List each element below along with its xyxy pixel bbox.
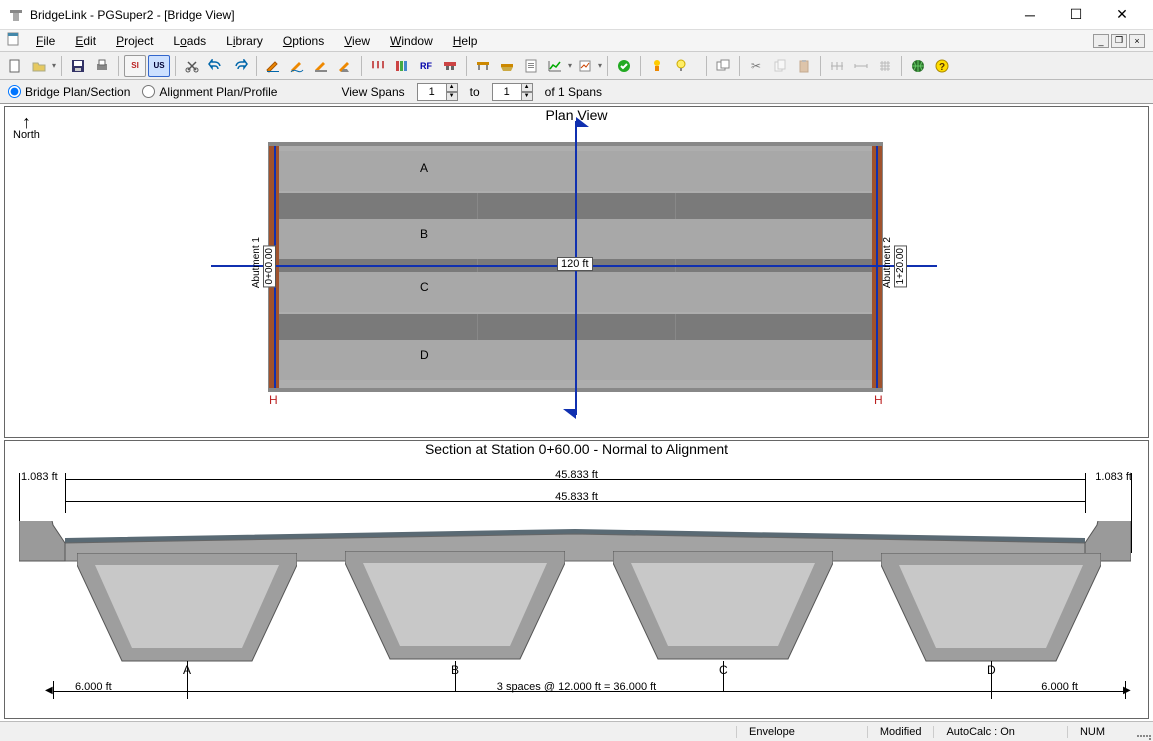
spacing-button[interactable] xyxy=(826,55,848,77)
section-view-pane[interactable]: Section at Station 0+60.00 - Normal to A… xyxy=(4,440,1149,719)
minimize-button[interactable]: ─ xyxy=(1007,0,1053,30)
new-button[interactable] xyxy=(4,55,26,77)
abutment-1-label: Abutment 1 xyxy=(251,237,262,288)
plan-girder-label-b: B xyxy=(420,227,428,241)
top-width-dim: 45.833 ft xyxy=(5,469,1148,481)
h-mark-left: H xyxy=(269,393,278,407)
mdi-restore-button[interactable]: ❐ xyxy=(1111,34,1127,48)
workspace: Plan View ↑ North A B C D xyxy=(0,104,1153,721)
menu-loads[interactable]: Loads xyxy=(163,32,216,50)
cut-clipboard-button[interactable]: ✂ xyxy=(745,55,767,77)
bottom-width-dim: 45.833 ft xyxy=(5,491,1148,503)
plan-girder-label-d: D xyxy=(420,348,429,362)
span-from-stepper[interactable]: ▲▼ xyxy=(446,83,458,101)
doc-icon xyxy=(6,31,22,50)
span-to-input[interactable] xyxy=(492,83,522,101)
cut-button[interactable] xyxy=(181,55,203,77)
event-button[interactable] xyxy=(646,55,668,77)
web-button[interactable] xyxy=(907,55,929,77)
edit-girder-button[interactable] xyxy=(310,55,332,77)
dims-button[interactable] xyxy=(850,55,872,77)
library-button[interactable] xyxy=(391,55,413,77)
help-button[interactable]: ? xyxy=(931,55,953,77)
save-button[interactable] xyxy=(67,55,89,77)
section-girder-d xyxy=(881,553,1101,673)
section-girder-label-b: B xyxy=(451,663,459,677)
grid-button[interactable] xyxy=(874,55,896,77)
plan-girder-label-c: C xyxy=(420,280,429,294)
maximize-button[interactable]: ☐ xyxy=(1053,0,1099,30)
app-icon xyxy=(8,7,24,23)
loads-button[interactable] xyxy=(367,55,389,77)
section-girder-a xyxy=(77,553,297,673)
resize-grip[interactable] xyxy=(1137,726,1151,740)
section-girder-c xyxy=(613,551,833,671)
edit-bridge-button[interactable] xyxy=(262,55,284,77)
menu-project[interactable]: Project xyxy=(106,32,163,50)
section-view-title: Section at Station 0+60.00 - Normal to A… xyxy=(5,441,1148,457)
section-girder-label-a: A xyxy=(183,663,191,677)
radio-plan-section[interactable]: Bridge Plan/Section xyxy=(8,85,130,99)
hint-button[interactable] xyxy=(670,55,692,77)
abutment-2-label: Abutment 2 xyxy=(882,237,893,288)
edit-section-button[interactable] xyxy=(334,55,356,77)
rf-button[interactable]: RF xyxy=(415,55,437,77)
radio-alignment-profile[interactable]: Alignment Plan/Profile xyxy=(142,85,277,99)
section-girder-label-c: C xyxy=(719,663,728,677)
menu-bar: File Edit Project Loads Library Options … xyxy=(0,30,1153,52)
abutment-2-station: 1+20.00 xyxy=(894,245,907,287)
mdi-close-button[interactable]: × xyxy=(1129,34,1145,48)
open-button[interactable] xyxy=(28,55,50,77)
status-ok-button[interactable] xyxy=(613,55,635,77)
print-button[interactable] xyxy=(91,55,113,77)
span-count-label: of 1 Spans xyxy=(545,85,602,99)
mdi-minimize-button[interactable]: _ xyxy=(1093,34,1109,48)
undo-button[interactable] xyxy=(205,55,227,77)
section-girder-label-d: D xyxy=(987,663,996,677)
report-view-button[interactable] xyxy=(520,55,542,77)
status-envelope: Envelope xyxy=(736,726,807,738)
menu-options[interactable]: Options xyxy=(273,32,334,50)
status-modified: Modified xyxy=(867,726,934,738)
menu-help[interactable]: Help xyxy=(443,32,488,50)
menu-view[interactable]: View xyxy=(334,32,380,50)
paste-clipboard-button[interactable] xyxy=(793,55,815,77)
right-offset-dim: 6.000 ft xyxy=(1041,681,1078,693)
h-mark-right: H xyxy=(874,393,883,407)
window-title: BridgeLink - PGSuper2 - [Bridge View] xyxy=(30,8,1007,22)
menu-window[interactable]: Window xyxy=(380,32,443,50)
status-num: NUM xyxy=(1067,726,1117,738)
graph-view-button[interactable] xyxy=(544,55,566,77)
girder-view-button[interactable] xyxy=(496,55,518,77)
north-arrow: ↑ North xyxy=(13,115,40,141)
abutment-1-station: 0+00.00 xyxy=(263,245,276,287)
span-from-input[interactable] xyxy=(417,83,447,101)
view-options-bar: Bridge Plan/Section Alignment Plan/Profi… xyxy=(0,80,1153,104)
status-bar: Envelope Modified AutoCalc : On NUM xyxy=(0,721,1153,741)
close-button[interactable]: ✕ xyxy=(1099,0,1145,30)
status-autocalc: AutoCalc : On xyxy=(933,726,1026,738)
menu-file[interactable]: File xyxy=(26,32,65,50)
spacing-dim: 3 spaces @ 12.000 ft = 36.000 ft xyxy=(5,681,1148,693)
menu-edit[interactable]: Edit xyxy=(65,32,106,50)
view-spans-label: View Spans xyxy=(341,85,404,99)
si-units-button[interactable]: SI xyxy=(124,55,146,77)
analysis-results-button[interactable] xyxy=(574,55,596,77)
edit-alignment-button[interactable] xyxy=(286,55,308,77)
title-bar: BridgeLink - PGSuper2 - [Bridge View] ─ … xyxy=(0,0,1153,30)
plan-view-pane[interactable]: Plan View ↑ North A B C D xyxy=(4,106,1149,438)
svg-text:?: ? xyxy=(939,62,945,73)
hauling-button[interactable] xyxy=(439,55,461,77)
menu-library[interactable]: Library xyxy=(216,32,273,50)
redo-button[interactable] xyxy=(229,55,251,77)
section-girder-b xyxy=(345,551,565,671)
span-to-stepper[interactable]: ▲▼ xyxy=(521,83,533,101)
toolbar: ▾ SI US RF ▾ ▾ ✂ ? xyxy=(0,52,1153,80)
plan-girder-label-a: A xyxy=(420,161,428,175)
plan-length-label: 120 ft xyxy=(557,257,593,271)
copy-clipboard-button[interactable] xyxy=(769,55,791,77)
copy-section-button[interactable] xyxy=(712,55,734,77)
bridge-view-button[interactable] xyxy=(472,55,494,77)
us-units-button[interactable]: US xyxy=(148,55,170,77)
